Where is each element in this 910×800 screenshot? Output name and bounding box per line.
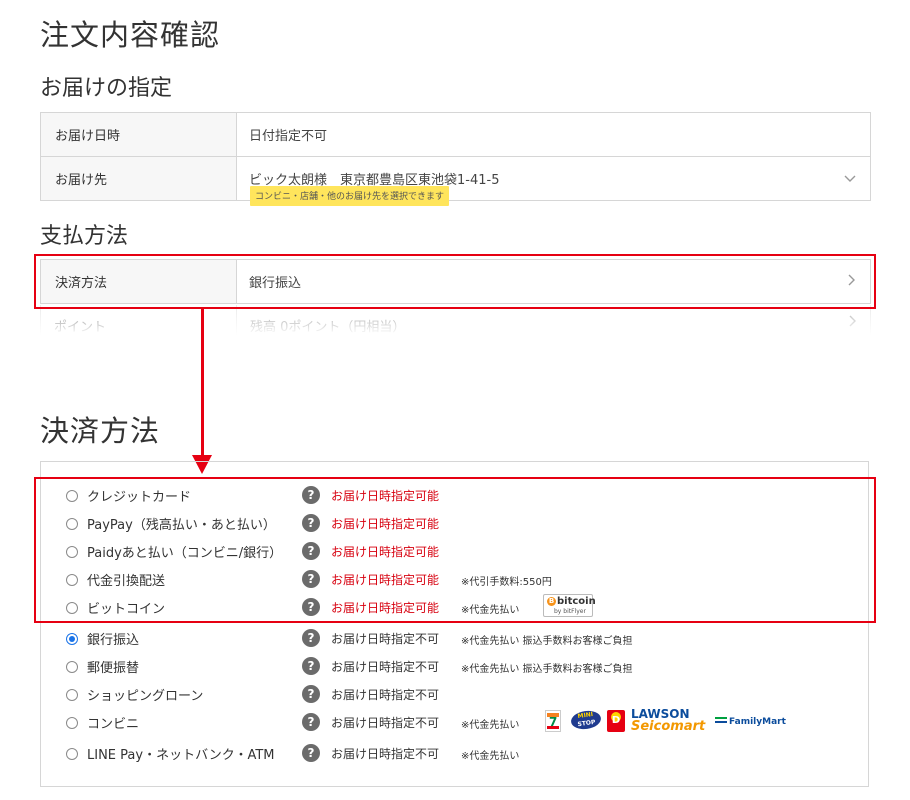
delivery-datetime-row[interactable]: お届け日時 日付指定不可 <box>41 113 870 157</box>
seven-eleven-logo: 7 <box>545 710 561 732</box>
payment-note: ※代金先払い <box>461 720 520 731</box>
help-icon[interactable]: ? <box>302 657 320 675</box>
delivery-date-status: お届け日時指定不可 <box>331 747 440 761</box>
date-available-methods-highlight <box>34 477 876 623</box>
familymart-logo: FamilyMart <box>715 717 786 727</box>
chevron-down-icon[interactable] <box>844 171 856 187</box>
payment-note: ※代金先払い 振込手数料お客様ご負担 <box>461 664 633 675</box>
chevron-right-icon[interactable] <box>849 315 857 331</box>
payment-option-radio[interactable] <box>66 717 78 729</box>
delivery-date-status: お届け日時指定不可 <box>331 716 440 730</box>
help-icon[interactable]: ? <box>302 629 320 647</box>
payment-option-radio[interactable] <box>66 661 78 673</box>
points-label: ポイント <box>54 320 107 335</box>
payment-option-label: 郵便振替 <box>87 661 140 676</box>
payment-heading: 支払方法 <box>40 224 129 249</box>
delivery-datetime-label: お届け日時 <box>41 113 237 156</box>
points-row[interactable]: ポイント 残高 0ポイント（円相当） <box>40 305 871 337</box>
highlight-arrow <box>201 309 204 457</box>
delivery-datetime-value: 日付指定不可 <box>249 129 328 144</box>
payment-option[interactable]: ショッピングローン ? お届け日時指定不可 <box>41 683 870 707</box>
delivery-table: お届け日時 日付指定不可 お届け先 ビック太朗様 東京都豊島区東池袋1-41-5 <box>40 112 871 201</box>
help-icon[interactable]: ? <box>302 685 320 703</box>
page-title: 注文内容確認 <box>40 18 221 52</box>
daily-yamazaki-logo: D <box>607 710 625 732</box>
payment-option-label: ショッピングローン <box>87 689 204 704</box>
payment-option-radio[interactable] <box>66 689 78 701</box>
delivery-address-tooltip: コンビニ・店舗・他のお届け先を選択できます <box>250 186 450 206</box>
seicomart-logo: Seicomart <box>631 719 706 734</box>
payment-option-label: LINE Pay・ネットバンク・ATM <box>87 748 275 763</box>
delivery-address-label: お届け先 <box>41 157 237 200</box>
delivery-date-status: お届け日時指定不可 <box>331 688 440 702</box>
payment-note: ※代金先払い <box>461 751 520 762</box>
payment-option[interactable]: 郵便振替 ? お届け日時指定不可 ※代金先払い 振込手数料お客様ご負担 <box>41 655 870 679</box>
points-value: 残高 0ポイント（円相当） <box>250 320 406 335</box>
payment-option[interactable]: LINE Pay・ネットバンク・ATM ? お届け日時指定不可 ※代金先払い <box>41 742 870 766</box>
payment-method-highlight <box>34 254 876 309</box>
delivery-address-row[interactable]: お届け先 ビック太朗様 東京都豊島区東池袋1-41-5 <box>41 157 870 201</box>
payment-option[interactable]: 銀行振込 ? お届け日時指定不可 ※代金先払い 振込手数料お客様ご負担 <box>41 627 870 651</box>
help-icon[interactable]: ? <box>302 713 320 731</box>
help-icon[interactable]: ? <box>302 744 320 762</box>
delivery-heading: お届けの指定 <box>40 76 173 101</box>
settlement-heading: 決済方法 <box>40 414 161 448</box>
payment-note: ※代金先払い 振込手数料お客様ご負担 <box>461 636 633 647</box>
ministop-logo: MINI STOP <box>569 709 603 731</box>
payment-option[interactable]: コンビニ ? お届け日時指定不可 ※代金先払い 7 MINI STOP D LAW… <box>41 707 870 735</box>
payment-option-label: コンビニ <box>87 717 140 732</box>
payment-option-radio[interactable] <box>66 748 78 760</box>
payment-option-radio-selected[interactable] <box>66 633 78 645</box>
delivery-date-status: お届け日時指定不可 <box>331 660 440 674</box>
delivery-date-status: お届け日時指定不可 <box>331 632 440 646</box>
convenience-store-logos: 7 MINI STOP D LAWSON Seicomart FamilyMart <box>545 707 786 737</box>
payment-option-label: 銀行振込 <box>87 633 140 648</box>
